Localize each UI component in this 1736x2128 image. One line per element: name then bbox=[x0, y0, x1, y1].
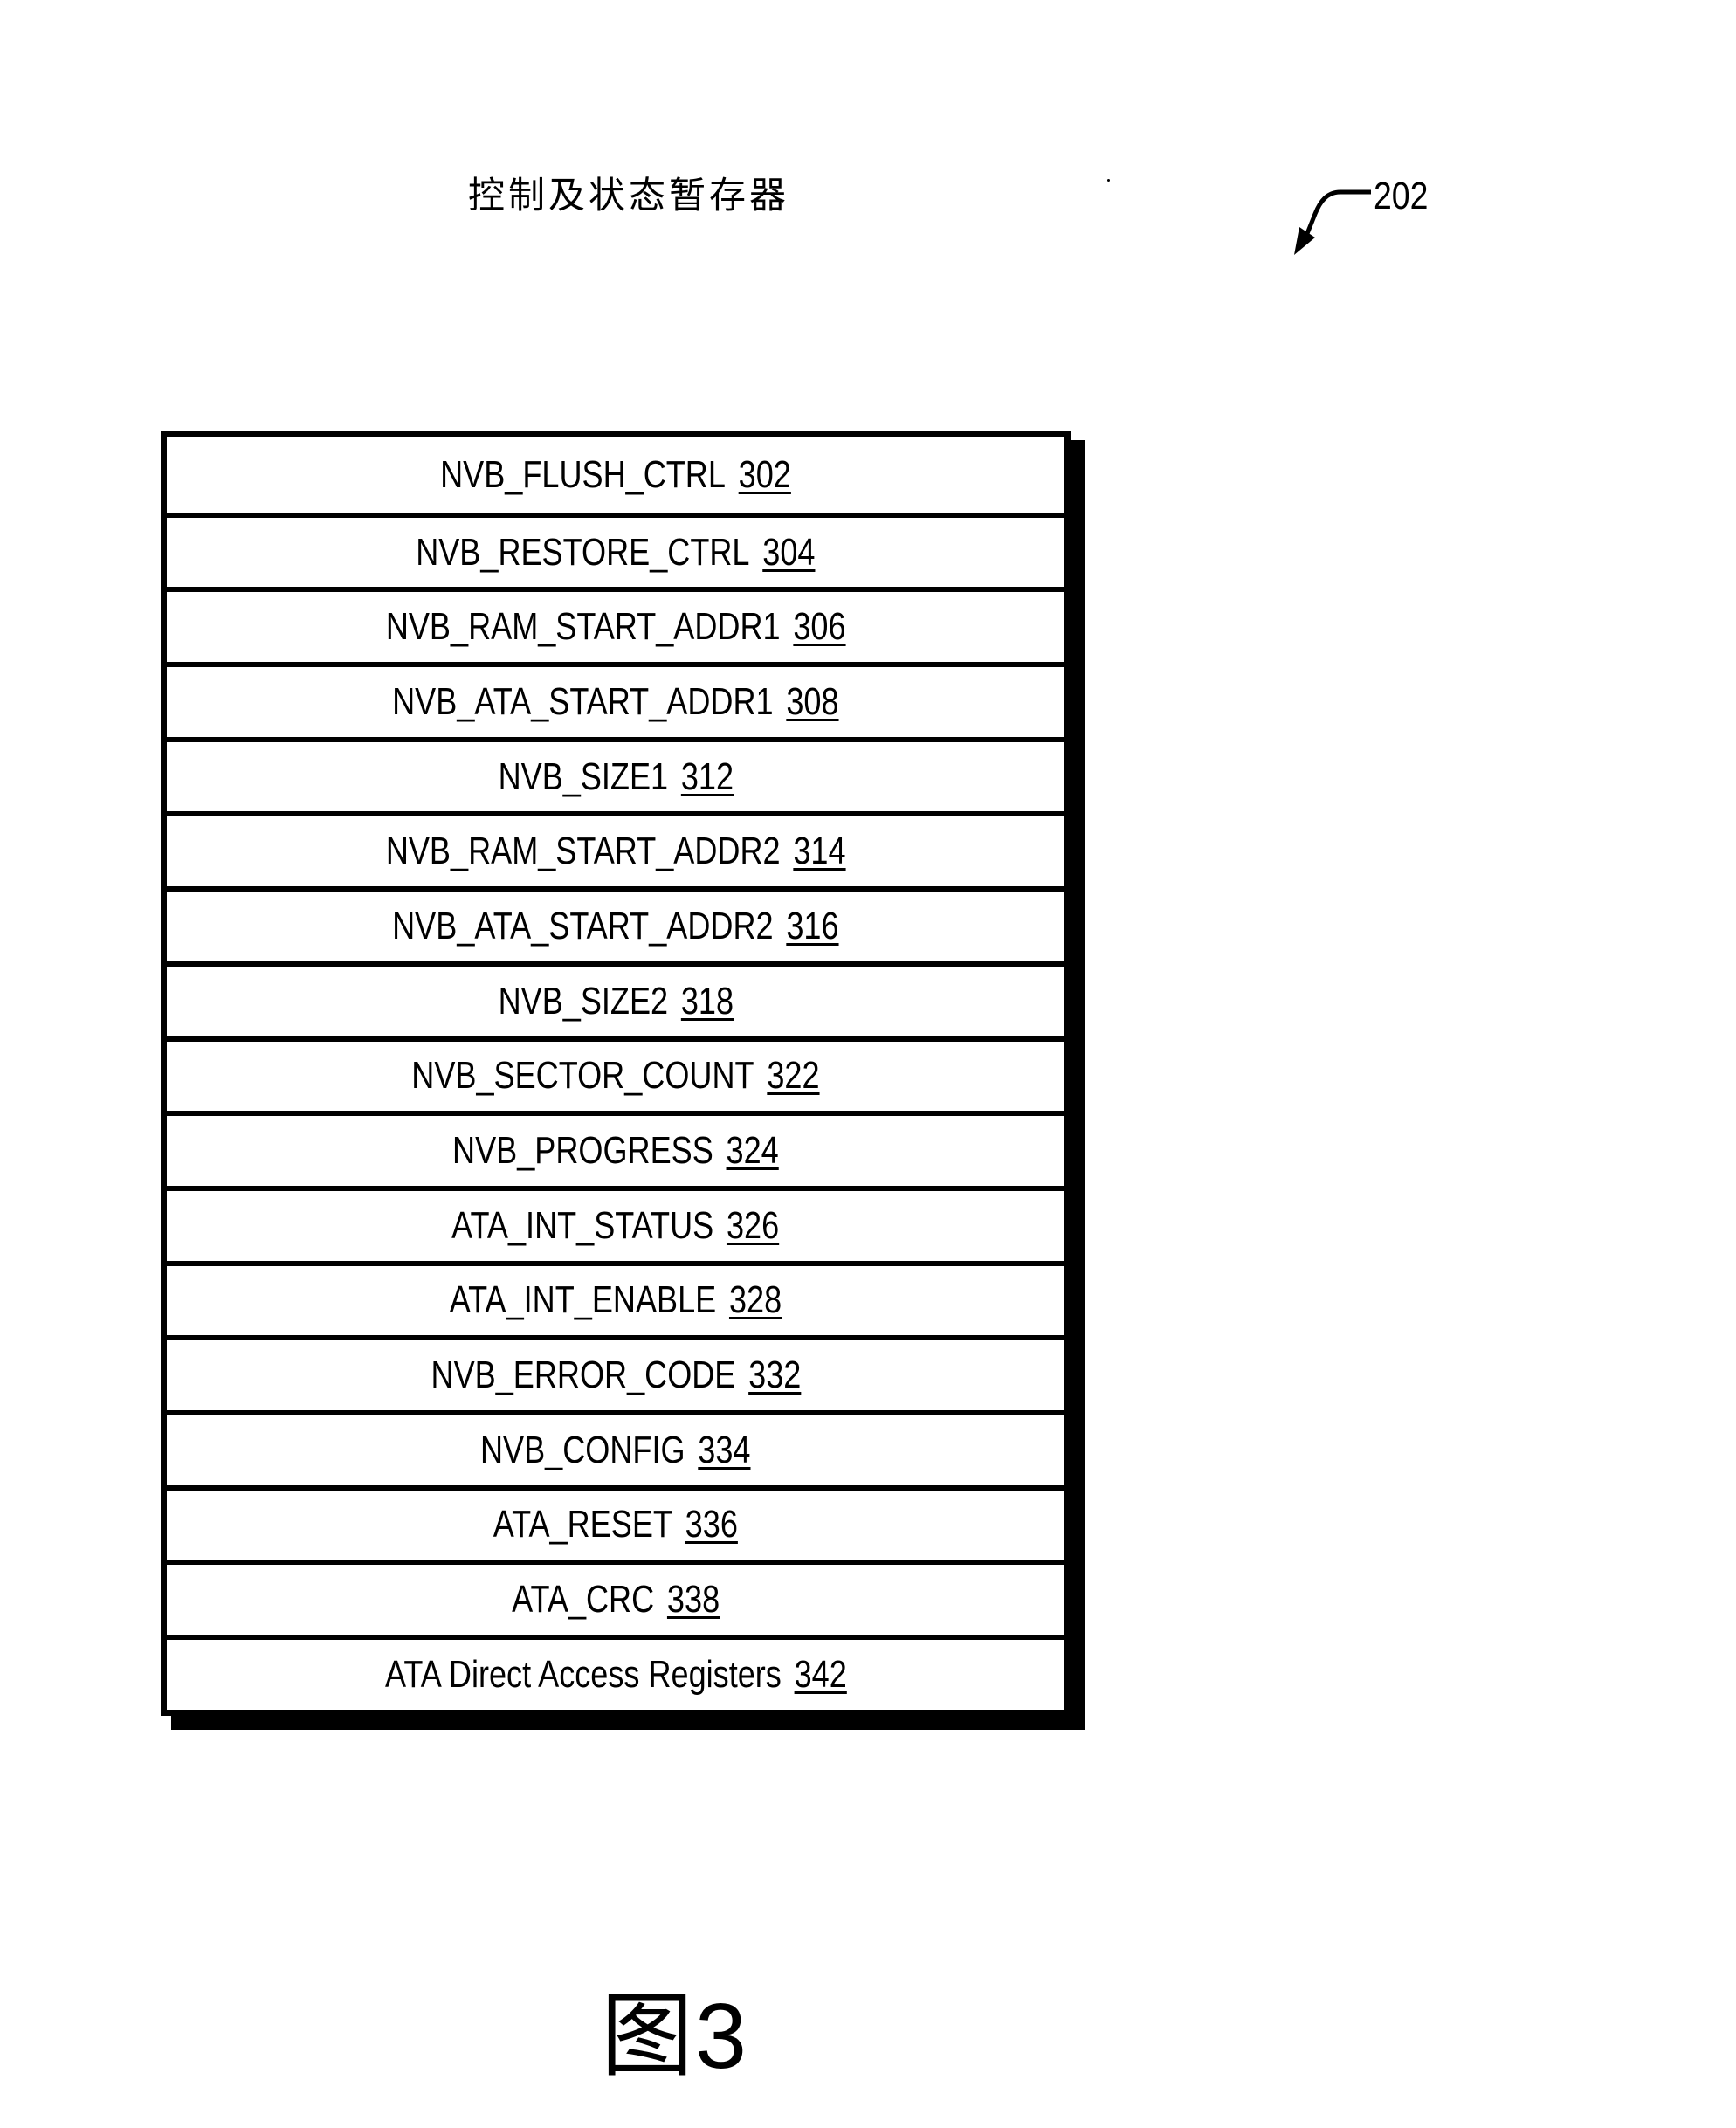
register-reference-number: 324 bbox=[726, 1129, 779, 1173]
register-entry: NVB_RAM_START_ADDR1 306 bbox=[386, 605, 846, 649]
register-name: ATA_INT_ENABLE bbox=[449, 1278, 717, 1322]
register-row: NVB_ATA_START_ADDR1 308 bbox=[167, 662, 1064, 737]
register-reference-number: 304 bbox=[762, 530, 816, 574]
register-reference-number: 332 bbox=[747, 1353, 801, 1397]
register-reference-number: 302 bbox=[738, 452, 791, 496]
register-name: NVB_ATA_START_ADDR1 bbox=[392, 679, 774, 723]
register-reference-number: 308 bbox=[786, 679, 839, 723]
register-name: NVB_PROGRESS bbox=[452, 1129, 713, 1173]
register-row: ATA_RESET 336 bbox=[167, 1484, 1064, 1560]
register-reference-number: 306 bbox=[793, 605, 846, 649]
register-name: NVB_SIZE1 bbox=[498, 754, 668, 798]
register-row: NVB_ATA_START_ADDR2 316 bbox=[167, 886, 1064, 961]
figure-label: 图3 bbox=[601, 1960, 747, 2095]
register-entry: NVB_FLUSH_CTRL 302 bbox=[440, 453, 791, 497]
register-reference-number: 334 bbox=[698, 1428, 751, 1471]
register-reference-number: 312 bbox=[680, 754, 734, 798]
register-entry: NVB_PROGRESS 324 bbox=[452, 1129, 779, 1173]
register-row: ATA_CRC 338 bbox=[167, 1560, 1064, 1635]
register-entry: NVB_CONFIG 334 bbox=[480, 1429, 751, 1472]
reference-label: 202 bbox=[1374, 175, 1429, 217]
register-name: NVB_RAM_START_ADDR2 bbox=[385, 830, 781, 873]
register-entry: ATA_INT_ENABLE 328 bbox=[450, 1278, 782, 1322]
register-reference-number: 328 bbox=[728, 1278, 782, 1322]
register-name: NVB_FLUSH_CTRL bbox=[440, 452, 726, 496]
register-name: NVB_CONFIG bbox=[480, 1428, 685, 1471]
figure-label-number: 3 bbox=[695, 1985, 747, 2088]
register-name: NVB_RESTORE_CTRL bbox=[416, 530, 750, 574]
register-name: NVB_ERROR_CODE bbox=[431, 1353, 735, 1397]
register-name: NVB_SIZE2 bbox=[498, 979, 668, 1023]
register-entry: NVB_SECTOR_COUNT 322 bbox=[411, 1054, 819, 1098]
register-row: NVB_RAM_START_ADDR2 314 bbox=[167, 811, 1064, 886]
diagram-title: 控制及状态暂存器 bbox=[468, 174, 790, 217]
figure-label-prefix: 图 bbox=[601, 1982, 693, 2090]
register-reference-number: 322 bbox=[767, 1054, 820, 1098]
register-row: NVB_ERROR_CODE 332 bbox=[167, 1335, 1064, 1410]
register-name: NVB_RAM_START_ADDR1 bbox=[385, 605, 781, 649]
register-name: ATA_INT_STATUS bbox=[451, 1203, 714, 1247]
register-entry: ATA_CRC 338 bbox=[512, 1578, 720, 1622]
register-row: NVB_SIZE1 312 bbox=[167, 736, 1064, 812]
register-name: NVB_SECTOR_COUNT bbox=[411, 1054, 754, 1098]
register-row: ATA_INT_STATUS 326 bbox=[167, 1185, 1064, 1261]
register-row: NVB_SIZE2 318 bbox=[167, 961, 1064, 1036]
register-reference-number: 318 bbox=[680, 979, 734, 1023]
register-table-body: NVB_FLUSH_CTRL 302 NVB_RESTORE_CTRL 304 NVB_… bbox=[161, 431, 1071, 1716]
register-entry: ATA_RESET 336 bbox=[493, 1503, 738, 1546]
register-entry: NVB_ATA_START_ADDR2 316 bbox=[392, 905, 838, 948]
register-name: ATA_CRC bbox=[511, 1578, 655, 1622]
register-row: NVB_FLUSH_CTRL 302 bbox=[167, 437, 1064, 513]
register-entry: NVB_RAM_START_ADDR2 314 bbox=[386, 830, 846, 873]
register-row: NVB_RESTORE_CTRL 304 bbox=[167, 512, 1064, 588]
register-table: NVB_FLUSH_CTRL 302 NVB_RESTORE_CTRL 304 NVB_… bbox=[161, 431, 1085, 1730]
register-entry: NVB_ERROR_CODE 332 bbox=[431, 1353, 801, 1397]
register-entry: NVB_SIZE1 312 bbox=[498, 755, 733, 799]
register-name: ATA Direct Access Registers bbox=[384, 1652, 782, 1696]
register-entry: NVB_ATA_START_ADDR1 308 bbox=[392, 680, 838, 724]
register-entry: NVB_RESTORE_CTRL 304 bbox=[416, 531, 815, 575]
register-entry: NVB_SIZE2 318 bbox=[498, 980, 733, 1023]
register-reference-number: 316 bbox=[786, 904, 839, 947]
register-row: NVB_RAM_START_ADDR1 306 bbox=[167, 587, 1064, 662]
register-row: NVB_CONFIG 334 bbox=[167, 1409, 1064, 1485]
register-reference-number: 336 bbox=[685, 1503, 739, 1546]
reference-arrow-icon bbox=[1294, 189, 1371, 255]
register-reference-number: 338 bbox=[666, 1578, 720, 1622]
register-name: NVB_ATA_START_ADDR2 bbox=[392, 904, 774, 947]
register-row: NVB_PROGRESS 324 bbox=[167, 1111, 1064, 1186]
register-entry: ATA_INT_STATUS 326 bbox=[451, 1204, 779, 1248]
register-name: ATA_RESET bbox=[493, 1503, 673, 1546]
register-entry: ATA Direct Access Registers 342 bbox=[385, 1653, 847, 1697]
register-reference-number: 314 bbox=[793, 830, 846, 873]
register-row: ATA_INT_ENABLE 328 bbox=[167, 1260, 1064, 1336]
register-reference-number: 342 bbox=[794, 1652, 847, 1696]
stray-dot bbox=[1107, 179, 1110, 182]
register-reference-number: 326 bbox=[727, 1203, 780, 1247]
register-row: ATA Direct Access Registers 342 bbox=[167, 1635, 1064, 1710]
register-row: NVB_SECTOR_COUNT 322 bbox=[167, 1036, 1064, 1112]
